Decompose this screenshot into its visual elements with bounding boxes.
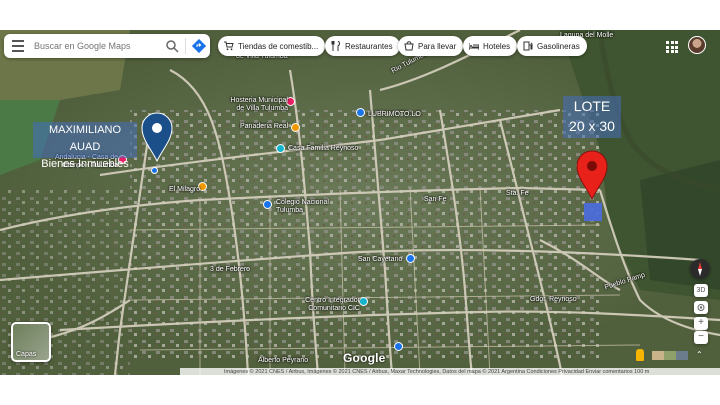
lot-marker-square (584, 203, 602, 221)
agency-subtitle: Bienes Inmuebles (41, 158, 129, 170)
layers-label: Capas (16, 351, 37, 358)
place-poi-icon[interactable] (151, 167, 158, 174)
chip-hotels[interactable]: Hoteles (463, 36, 518, 56)
street-label: San Cayetano (358, 256, 403, 263)
place-label[interactable]: LUBRIMOTO.LO (368, 111, 421, 119)
street-label: Sta. Fe (506, 190, 529, 197)
avatar[interactable] (688, 36, 706, 54)
house-poi-icon[interactable] (276, 144, 285, 153)
lot-title: LOTE (573, 98, 611, 114)
satellite-imagery[interactable] (0, 30, 720, 375)
chip-label: Tiendas de comestib... (238, 41, 319, 51)
imagery-thumbnails[interactable] (652, 351, 688, 360)
compass-icon (698, 262, 702, 276)
street-label: Alberto Peyrano (258, 357, 309, 364)
my-location-button[interactable] (694, 301, 708, 314)
chip-label: Para llevar (418, 41, 457, 51)
place-label[interactable]: Panaderia Real (240, 123, 288, 131)
lot-location-pin-icon[interactable] (575, 150, 609, 200)
directions-icon[interactable] (192, 39, 206, 53)
pegman-icon[interactable] (636, 349, 644, 361)
chip-label: Restaurantes (345, 41, 393, 51)
top-bar: Tiendas de comestib... Restaurantes Para… (0, 34, 720, 58)
cart-icon (224, 41, 234, 51)
place-label[interactable]: Casa Familia Reynoso (288, 145, 358, 153)
search-box[interactable] (4, 34, 210, 58)
layers-button[interactable]: Capas (11, 322, 51, 362)
lot-size: 20 x 30 (569, 118, 615, 134)
place-label[interactable]: Hosteria Municipal de Villa Tulumba (222, 97, 288, 113)
bakery-poi-icon[interactable] (291, 123, 300, 132)
chip-label: Hoteles (483, 41, 511, 51)
chip-label: Gasolineras (537, 41, 580, 51)
chip-gas-stations[interactable]: Gasolineras (517, 36, 587, 56)
map-view[interactable]: de Villa Tulumba Rio Tulumba Laguna del … (0, 30, 720, 375)
zoom-in-button[interactable]: + (694, 317, 708, 330)
expand-chevron-icon[interactable]: ⌃ (696, 350, 706, 360)
compass-control[interactable] (690, 259, 710, 279)
school-poi-icon[interactable] (263, 200, 272, 209)
takeout-icon (404, 41, 414, 51)
bed-icon (469, 43, 479, 50)
agency-name: MAXIMILIANO AUAD (48, 124, 122, 153)
apps-grid-icon[interactable] (666, 41, 678, 53)
place-poi-icon[interactable] (406, 254, 415, 263)
agency-label: MAXIMILIANO AUAD Bienes Inmuebles (33, 122, 137, 170)
place-poi-icon[interactable] (394, 342, 403, 351)
street-label: 3 de Febrero (210, 266, 251, 273)
lot-label: LOTE 20 x 30 (563, 96, 621, 138)
divider (185, 38, 186, 54)
place-label[interactable]: Colegio Nacional Tulumba (276, 199, 356, 215)
chip-takeout[interactable]: Para llevar (398, 36, 464, 56)
community-poi-icon[interactable] (359, 297, 368, 306)
place-label[interactable]: Centro Integrador Comunitario CIC (300, 297, 360, 313)
chip-restaurants[interactable]: Restaurantes (325, 36, 400, 56)
menu-icon[interactable] (12, 40, 24, 52)
google-logo: Google (343, 351, 386, 365)
street-label: San Fe (424, 196, 447, 203)
place-label[interactable]: El Milagro (169, 186, 200, 194)
agency-location-pin-icon[interactable] (140, 112, 174, 162)
tilt-3d-button[interactable]: 3D (694, 284, 708, 297)
shop-poi-icon[interactable] (356, 108, 365, 117)
attribution-bar: Imágenes © 2021 CNES / Airbus, Imágenes … (180, 368, 720, 377)
street-label: Gdor. Reynoso (530, 296, 577, 303)
fork-knife-icon (331, 41, 340, 51)
search-input[interactable] (34, 37, 164, 55)
search-icon[interactable] (165, 39, 179, 53)
chip-groceries[interactable]: Tiendas de comestib... (218, 36, 326, 56)
fuel-icon (523, 41, 533, 51)
location-target-icon (697, 304, 705, 311)
zoom-out-button[interactable]: − (694, 331, 708, 344)
